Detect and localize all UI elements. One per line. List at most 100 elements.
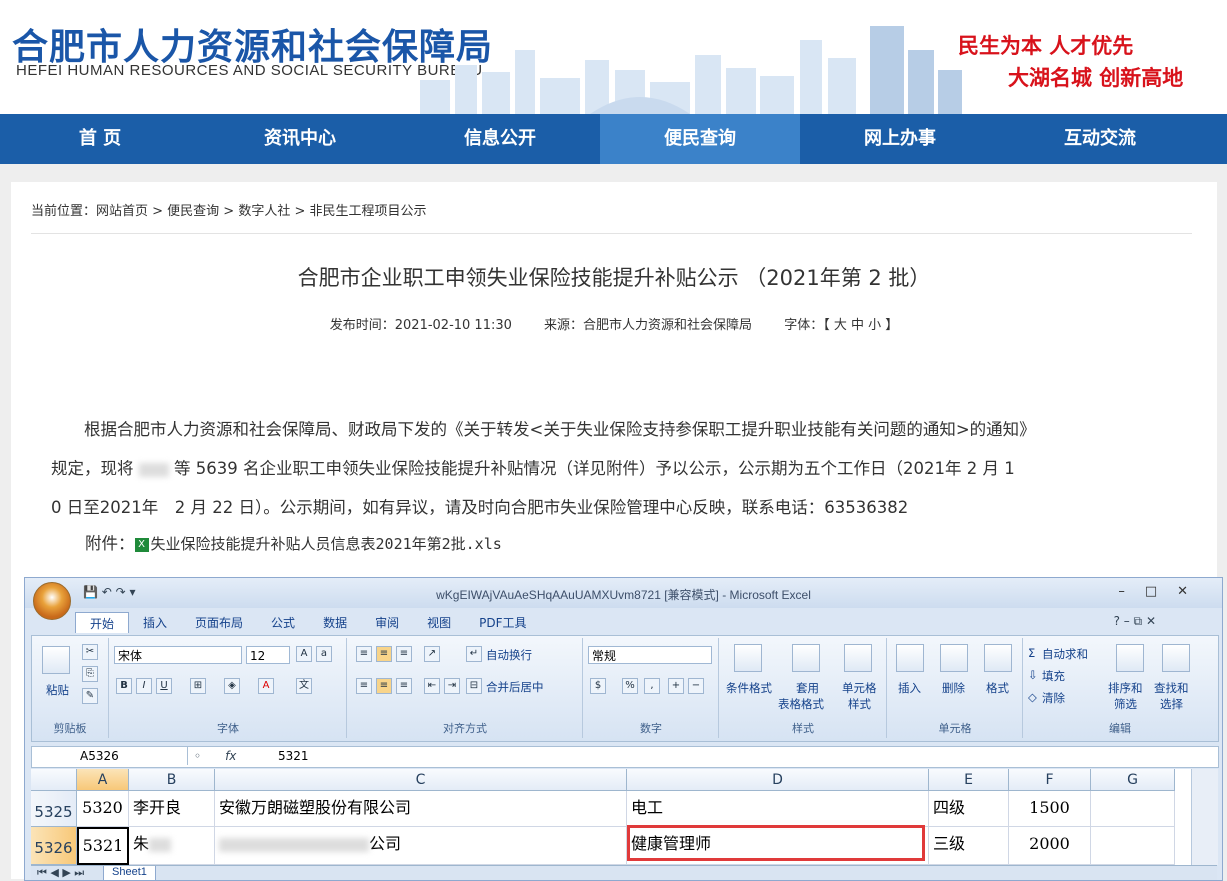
decrease-decimal-icon[interactable]: − (688, 678, 704, 694)
table-format-button-1[interactable]: 套用 (796, 680, 819, 696)
align-middle-icon[interactable]: ≡ (376, 646, 392, 662)
align-left-icon[interactable]: ≡ (356, 678, 372, 694)
sort-filter-button-2[interactable]: 筛选 (1114, 696, 1137, 712)
cell-e5326[interactable]: 三级 (929, 827, 1009, 865)
window-controls[interactable]: –□✕ (1118, 584, 1208, 599)
fill-button[interactable]: 填充 (1042, 668, 1065, 684)
insert-cells-icon[interactable] (896, 644, 924, 672)
cell-style-icon[interactable] (844, 644, 872, 672)
tab-home[interactable]: 开始 (75, 612, 130, 633)
nav-online-service[interactable]: 网上办事 (800, 114, 1000, 164)
sort-filter-icon[interactable] (1116, 644, 1144, 672)
cell-f5326[interactable]: 2000 (1009, 827, 1091, 865)
col-header-d[interactable]: D (627, 769, 929, 791)
outdent-icon[interactable]: ⇤ (424, 678, 440, 694)
breadcrumb[interactable]: 当前位置：网站首页 > 便民查询 > 数字人社 > 非民生工程项目公示 (31, 200, 426, 219)
border-icon[interactable]: ⊞ (190, 678, 206, 694)
percent-icon[interactable]: % (622, 678, 638, 694)
align-bottom-icon[interactable]: ≡ (396, 646, 412, 662)
table-format-icon[interactable] (792, 644, 820, 672)
tab-view[interactable]: 视图 (413, 612, 465, 632)
merge-center-button[interactable]: 合并后居中 (486, 679, 544, 695)
format-cells-icon[interactable] (984, 644, 1012, 672)
attachment-link[interactable]: 失业保险技能提升补贴人员信息表2021年第2批.xls (151, 535, 502, 553)
sheet-nav-arrows[interactable]: ⏮ ◀ ▶ ⏭ (37, 866, 84, 879)
paste-icon[interactable] (42, 646, 70, 674)
clear-button[interactable]: 清除 (1042, 690, 1065, 706)
font-size-select[interactable]: 12 (246, 646, 290, 664)
col-header-c[interactable]: C (215, 769, 627, 791)
find-select-button-2[interactable]: 选择 (1160, 696, 1183, 712)
eraser-icon[interactable]: ◇ (1028, 690, 1037, 704)
cut-icon[interactable]: ✂ (82, 644, 98, 660)
cell-a5325[interactable]: 5320 (77, 791, 129, 827)
find-select-button-1[interactable]: 查找和 (1154, 680, 1189, 696)
cell-e5325[interactable]: 四级 (929, 791, 1009, 827)
sigma-icon[interactable]: Σ (1028, 646, 1035, 660)
conditional-format-button[interactable]: 条件格式 (726, 680, 772, 696)
delete-cells-button[interactable]: 删除 (942, 680, 965, 696)
col-header-b[interactable]: B (129, 769, 215, 791)
cell-g5326[interactable] (1091, 827, 1175, 865)
font-size-switch[interactable]: 字体：【 大 中 小 】 (784, 318, 898, 333)
comma-icon[interactable]: , (644, 678, 660, 694)
fill-color-icon[interactable]: ◈ (224, 678, 240, 694)
row-header-5325[interactable]: 5325 (31, 791, 77, 827)
row-header-5326[interactable]: 5326 (31, 827, 77, 865)
cell-d5325[interactable]: 电工 (627, 791, 929, 827)
indent-icon[interactable]: ⇥ (444, 678, 460, 694)
cell-style-button-2[interactable]: 样式 (848, 696, 871, 712)
name-box[interactable]: A5326 (32, 747, 188, 765)
cell-a5326[interactable]: 5321 (77, 827, 129, 865)
underline-icon[interactable]: U (156, 678, 172, 694)
tab-insert[interactable]: 插入 (129, 612, 181, 632)
font-color-icon[interactable]: A (258, 678, 274, 694)
insert-cells-button[interactable]: 插入 (898, 680, 921, 696)
align-center-icon[interactable]: ≡ (376, 678, 392, 694)
font-name-select[interactable]: 宋体 (114, 646, 242, 664)
office-button-icon[interactable] (33, 582, 71, 620)
tab-data[interactable]: 数据 (309, 612, 361, 632)
format-cells-button[interactable]: 格式 (986, 680, 1009, 696)
quick-access-toolbar[interactable]: 💾 ↶ ↷ ▾ (83, 585, 136, 599)
help-icon[interactable]: ? – ⧉ ✕ (1114, 614, 1156, 629)
formula-input[interactable]: 5321 (278, 747, 309, 765)
col-header-a[interactable]: A (77, 769, 129, 791)
col-header-e[interactable]: E (929, 769, 1009, 791)
nav-convenience-query[interactable]: 便民查询 (600, 114, 800, 164)
wrap-text-icon[interactable]: ↵ (466, 646, 482, 662)
font-shrink-icon[interactable]: a (316, 646, 332, 662)
conditional-format-icon[interactable] (734, 644, 762, 672)
col-header-f[interactable]: F (1009, 769, 1091, 791)
delete-cells-icon[interactable] (940, 644, 968, 672)
tab-pdf[interactable]: PDF工具 (465, 612, 540, 632)
cell-b5325[interactable]: 李开良 (129, 791, 215, 827)
cell-f5325[interactable]: 1500 (1009, 791, 1091, 827)
copy-icon[interactable]: ⎘ (82, 666, 98, 682)
col-header-g[interactable]: G (1091, 769, 1175, 791)
nav-home[interactable]: 首 页 (0, 114, 200, 164)
align-top-icon[interactable]: ≡ (356, 646, 372, 662)
currency-icon[interactable]: $ (590, 678, 606, 694)
nav-interaction[interactable]: 互动交流 (1000, 114, 1200, 164)
fx-icon[interactable]: ◦ fx (194, 747, 264, 765)
nav-info-public[interactable]: 信息公开 (400, 114, 600, 164)
autosum-button[interactable]: 自动求和 (1042, 646, 1088, 662)
merge-icon[interactable]: ⊟ (466, 678, 482, 694)
phonetic-icon[interactable]: 文 (296, 678, 312, 694)
format-painter-icon[interactable]: ✎ (82, 688, 98, 704)
cell-b5326[interactable]: 朱 (129, 827, 215, 865)
tab-page-layout[interactable]: 页面布局 (181, 612, 257, 632)
cell-g5325[interactable] (1091, 791, 1175, 827)
cell-style-button-1[interactable]: 单元格 (842, 680, 877, 696)
text-direction-icon[interactable]: ↗ (424, 646, 440, 662)
paste-button[interactable]: 粘贴 (46, 682, 69, 698)
table-format-button-2[interactable]: 表格格式 (778, 696, 824, 712)
find-select-icon[interactable] (1162, 644, 1190, 672)
bold-icon[interactable]: B (116, 678, 132, 694)
tab-formulas[interactable]: 公式 (257, 612, 309, 632)
wrap-text-button[interactable]: 自动换行 (486, 647, 532, 663)
align-right-icon[interactable]: ≡ (396, 678, 412, 694)
cell-c5325[interactable]: 安徽万朗磁塑股份有限公司 (215, 791, 627, 827)
vertical-scrollbar[interactable] (1191, 769, 1218, 865)
